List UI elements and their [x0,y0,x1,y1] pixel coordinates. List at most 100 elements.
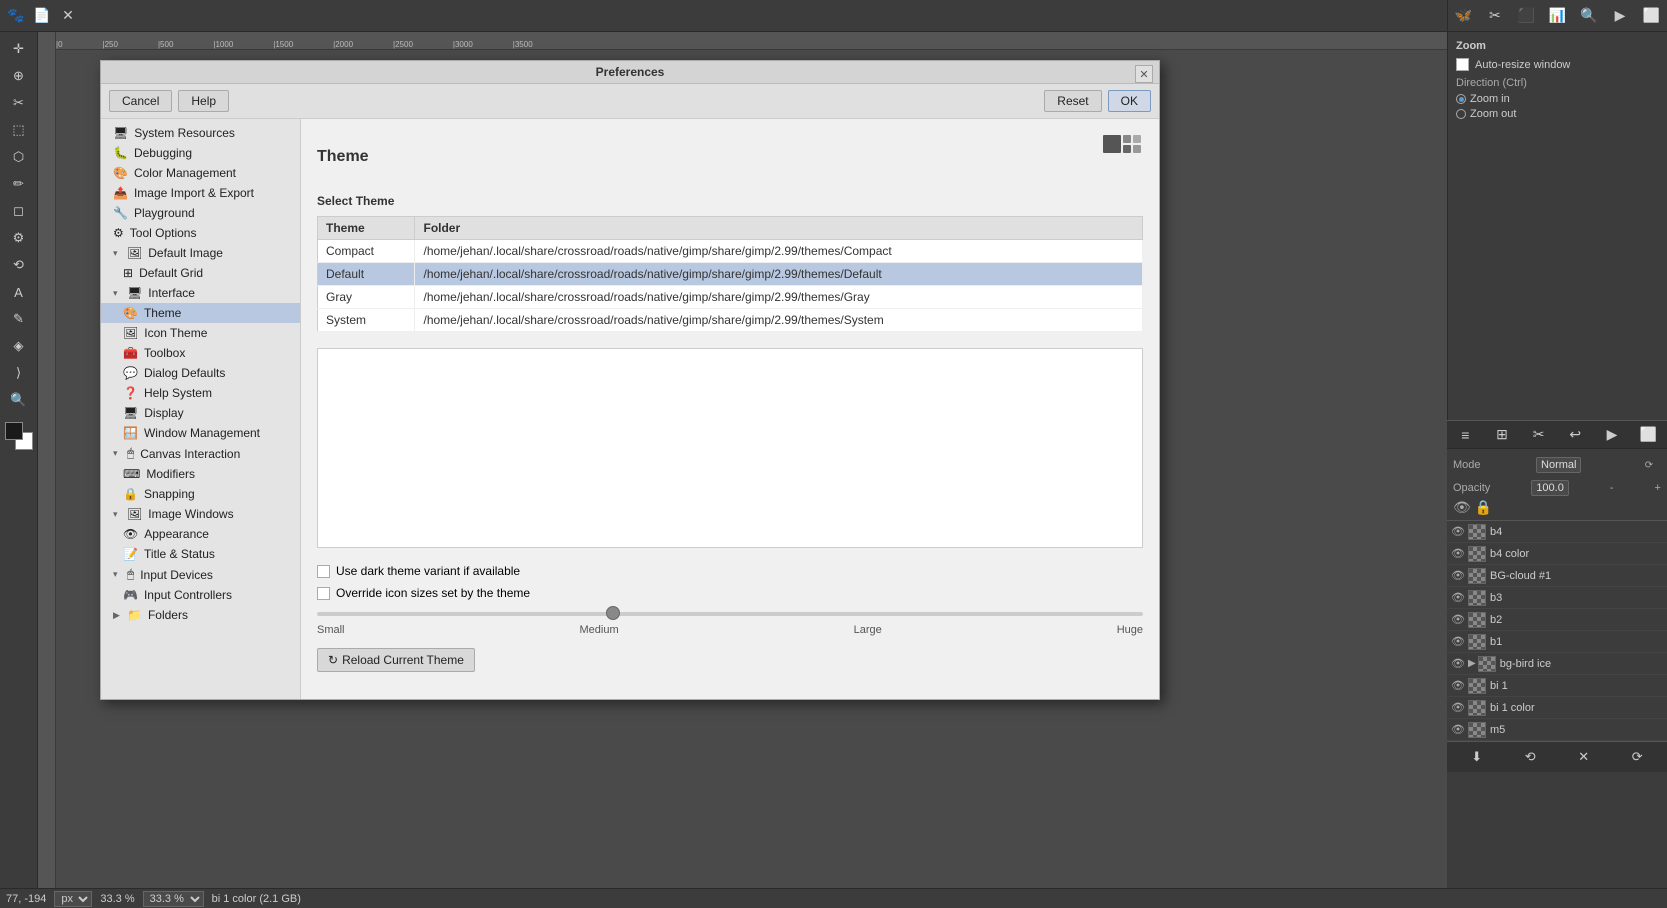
zoom-in-radio[interactable] [1456,94,1466,104]
sidebar-item-title-status[interactable]: 📝 Title & Status [101,544,300,564]
sidebar-item-image-windows[interactable]: ▾ 🖼 Image Windows [101,504,300,524]
layers-icon[interactable]: ≡ [1453,423,1477,447]
override-icon-sizes-checkbox[interactable] [317,587,330,600]
sidebar-item-dialog-defaults[interactable]: 💬 Dialog Defaults [101,363,300,383]
sidebar-item-window-management[interactable]: 🪟 Window Management [101,423,300,443]
list-item[interactable]: 👁 b1 [1447,631,1667,653]
channels-icon[interactable]: ⊞ [1490,423,1514,447]
script-console-icon[interactable]: ▶ [1600,423,1624,447]
list-item[interactable]: 👁 bi 1 color [1447,697,1667,719]
histogram-icon[interactable]: 📊 [1545,4,1569,28]
visibility-icon[interactable]: 👁 [1453,499,1471,516]
list-item[interactable]: 👁 ▶ bg-bird ice [1447,653,1667,675]
icon-size-slider-thumb[interactable] [606,606,620,620]
dark-theme-checkbox[interactable] [317,565,330,578]
eye-icon[interactable]: 👁 [1451,569,1465,582]
delete-layer-icon[interactable]: ✕ [1572,745,1596,769]
sidebar-item-image-import-export[interactable]: 📤 Image Import & Export [101,183,300,203]
ok-button[interactable]: OK [1108,90,1151,112]
search-panel-icon[interactable]: 🔍 [1577,4,1601,28]
new-file-icon[interactable]: 📄 [30,4,54,28]
close-icon[interactable]: ✕ [56,4,80,28]
eye-icon[interactable]: 👁 [1451,701,1465,714]
sidebar-item-interface[interactable]: ▾ 🖥 Interface [101,283,300,303]
eye-icon[interactable]: 👁 [1451,635,1465,648]
table-row[interactable]: Compact /home/jehan/.local/share/crossro… [318,240,1143,263]
paths-icon[interactable]: ✂ [1527,423,1551,447]
reload-current-theme-button[interactable]: ↻ Reload Current Theme [317,648,475,672]
pencil-tool[interactable]: ✏ [6,171,32,197]
opacity-plus[interactable]: + [1655,482,1661,494]
zoom-out-radio[interactable] [1456,109,1466,119]
sidebar-item-color-management[interactable]: 🎨 Color Management [101,163,300,183]
square-icon[interactable]: ⬛ [1514,4,1538,28]
list-item[interactable]: 👁 m5 [1447,719,1667,741]
expand-icon[interactable]: ⬜ [1639,4,1663,28]
eye-icon[interactable]: 👁 [1451,679,1465,692]
heal-tool[interactable]: ⚙ [6,225,32,251]
zoom-tool-btn[interactable]: ⊕ [6,63,32,89]
foreground-color-swatch[interactable] [5,422,23,440]
paintbrush-tool[interactable]: ◻ [6,198,32,224]
free-select-tool[interactable]: ⬡ [6,144,32,170]
help-button[interactable]: Help [178,90,229,112]
sidebar-item-playground[interactable]: 🔧 Playground [101,203,300,223]
sidebar-item-theme[interactable]: 🎨 Theme [101,303,300,323]
sidebar-item-canvas-interaction[interactable]: ▾ 🖱 Canvas Interaction [101,443,300,464]
move-tool[interactable]: ✛ [6,36,32,62]
rect-select-tool[interactable]: ⬚ [6,117,32,143]
eye-icon[interactable]: 👁 [1451,525,1465,538]
auto-resize-checkbox[interactable] [1456,58,1469,71]
butterfly-icon[interactable]: 🦋 [1452,4,1476,28]
collapse-arrow-icon[interactable]: ▶ [1468,658,1476,669]
reset-button[interactable]: Reset [1044,90,1101,112]
sidebar-item-system-resources[interactable]: 🖥 System Resources [101,123,300,143]
table-row[interactable]: Default /home/jehan/.local/share/crossro… [318,263,1143,286]
eye-icon[interactable]: 👁 [1451,547,1465,560]
new-layer-icon[interactable]: ⬇ [1465,745,1489,769]
sidebar-item-modifiers[interactable]: ⌨ Modifiers [101,464,300,484]
eye-icon[interactable]: 👁 [1451,723,1465,736]
mode-value[interactable]: Normal [1536,457,1581,473]
smudge-tool[interactable]: ⟩ [6,360,32,386]
magnify-tool[interactable]: 🔍 [6,387,32,413]
eye-icon[interactable]: 👁 [1451,591,1465,604]
sidebar-item-input-controllers[interactable]: 🎮 Input Controllers [101,585,300,605]
eye-icon[interactable]: 👁 [1451,657,1465,670]
table-row[interactable]: Gray /home/jehan/.local/share/crossroad/… [318,286,1143,309]
list-item[interactable]: 👁 b3 [1447,587,1667,609]
zoom-selector[interactable]: 33.3 % [143,891,204,907]
sidebar-item-display[interactable]: 🖥 Display [101,403,300,423]
raise-layer-icon[interactable]: ⟲ [1518,745,1542,769]
path-tool[interactable]: ✎ [6,306,32,332]
sidebar-item-tool-options[interactable]: ⚙ Tool Options [101,223,300,243]
icon-size-slider-track[interactable] [317,612,1143,616]
scissors-icon[interactable]: ✂ [1483,4,1507,28]
dialog-close-button[interactable]: ✕ [1135,65,1153,83]
crop-tool[interactable]: ✂ [6,90,32,116]
sidebar-item-snapping[interactable]: 🔒 Snapping [101,484,300,504]
list-item[interactable]: 👁 b4 color [1447,543,1667,565]
expand-layers-icon[interactable]: ⬜ [1637,423,1661,447]
mode-arrow-icon[interactable]: ⟳ [1637,453,1661,477]
sidebar-item-appearance[interactable]: 👁 Appearance [101,524,300,544]
undo-history-icon[interactable]: ↩ [1563,423,1587,447]
eye-icon[interactable]: 👁 [1451,613,1465,626]
sidebar-item-input-devices[interactable]: ▾ 🖱 Input Devices [101,564,300,585]
bucket-fill-tool[interactable]: ◈ [6,333,32,359]
list-item[interactable]: 👁 BG-cloud #1 [1447,565,1667,587]
table-row[interactable]: System /home/jehan/.local/share/crossroa… [318,309,1143,332]
sidebar-item-debugging[interactable]: 🐛 Debugging [101,143,300,163]
gimp-logo[interactable]: 🐾 [4,4,28,28]
duplicate-layer-icon[interactable]: ⟳ [1625,745,1649,769]
arrow-right-icon[interactable]: ▶ [1608,4,1632,28]
sidebar-item-icon-theme[interactable]: 🖼 Icon Theme [101,323,300,343]
opacity-minus[interactable]: - [1610,482,1614,494]
sidebar-item-default-image[interactable]: ▾ 🖼 Default Image [101,243,300,263]
opacity-value[interactable]: 100.0 [1531,480,1569,496]
unit-selector[interactable]: px [54,891,92,907]
sidebar-item-toolbox[interactable]: 🧰 Toolbox [101,343,300,363]
sidebar-item-default-grid[interactable]: ⊞ Default Grid [101,263,300,283]
text-tool[interactable]: A [6,279,32,305]
list-item[interactable]: 👁 bi 1 [1447,675,1667,697]
